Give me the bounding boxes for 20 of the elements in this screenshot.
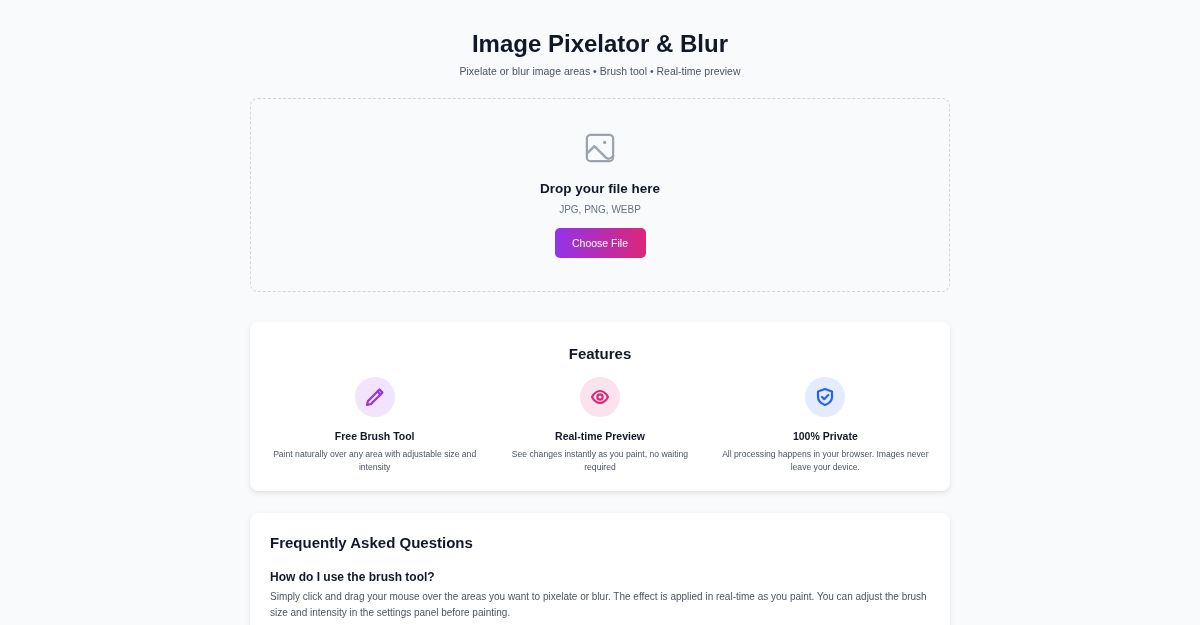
page-subtitle: Pixelate or blur image areas • Brush tool • Real-time preview [459,64,741,78]
feature-description: See changes instantly as you paint, no waiting required [510,448,690,474]
feature-title: Real-time Preview [555,429,645,443]
file-drop-zone[interactable]: Drop your file here JPG, PNG, WEBP Choose File [250,98,950,292]
drop-heading: Drop your file here [540,180,660,198]
feature-description: Paint naturally over any area with adjustable size and intensity [272,448,478,474]
faq-question: How do I use the brush tool? [270,569,436,585]
choose-file-button[interactable]: Choose File [554,228,646,258]
features-title: Features [567,344,633,364]
page-title: Image Pixelator & Blur [470,30,730,58]
faq-title: Frequently Asked Questions [270,533,474,553]
image-icon [585,133,615,163]
feature-title: Free Brush Tool [334,429,415,443]
faq-answer: Simply click and drag your mouse over the areas you want to pixelate or blur. The effect is applied in real-time as you paint. You can adjust the brush size and intensity in the settings panel before painting. [270,590,928,620]
shield-check-icon [805,377,846,417]
pencil-icon [354,377,395,417]
feature-title: 100% Private [792,429,858,443]
feature-description: All processing happens in your browser. Images never leave your device. [721,448,930,474]
eye-icon [580,377,620,417]
supported-formats: JPG, PNG, WEBP [559,203,641,216]
